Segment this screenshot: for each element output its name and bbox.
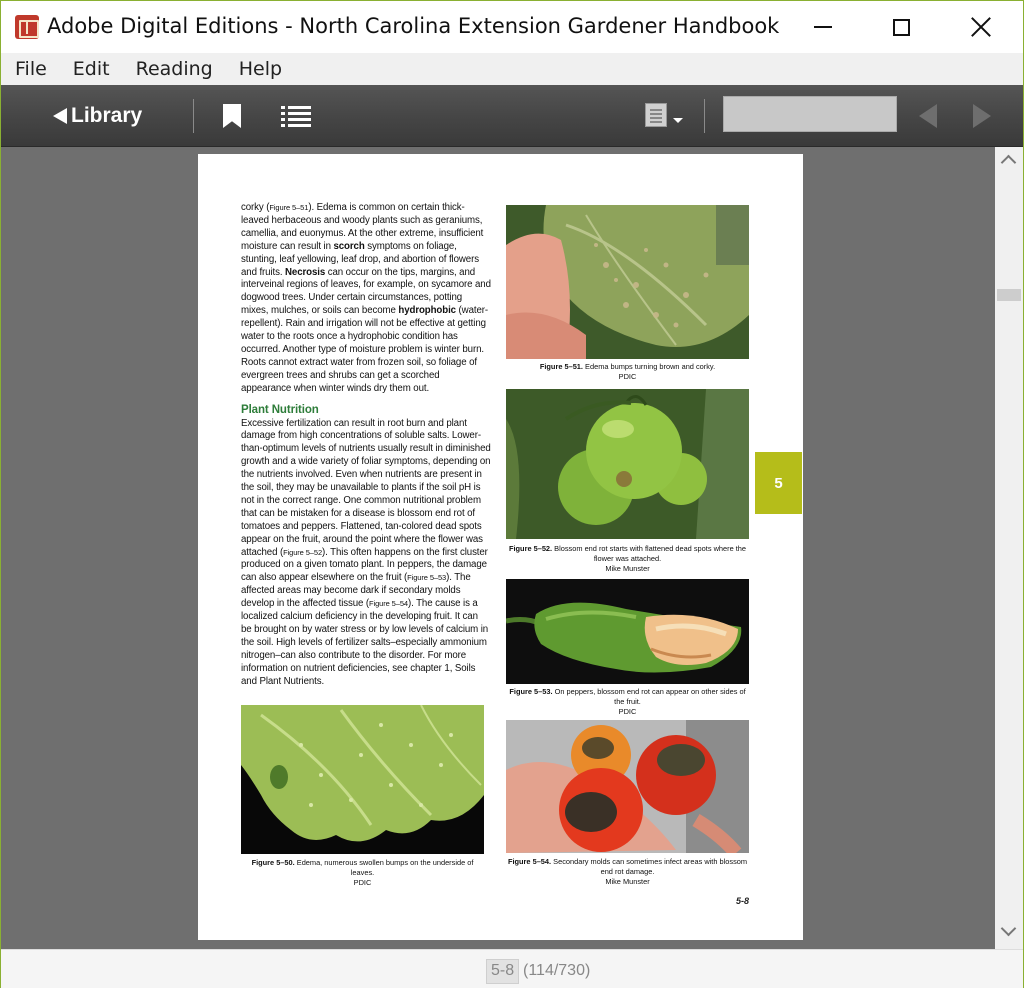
library-button[interactable]: Library [53, 102, 142, 130]
figure-5-54-caption: Figure 5–54. Secondary molds can sometim… [506, 857, 749, 887]
paragraph-moisture: corky (Figure 5–51). Edema is common on … [241, 202, 491, 394]
back-arrow-icon [53, 108, 67, 124]
figure-5-51-image [506, 205, 749, 359]
paragraph-nutrition: Excessive fertilization can result in ro… [241, 417, 491, 687]
close-button[interactable] [951, 1, 1011, 53]
figure-credit: PDIC [618, 372, 637, 381]
menu-edit[interactable]: Edit [73, 58, 110, 80]
close-icon [971, 17, 991, 37]
scroll-up-icon[interactable] [1000, 154, 1017, 171]
table-of-contents-icon[interactable] [281, 105, 311, 127]
page-count: (114/730) [523, 962, 591, 979]
figure-5-51-caption: Figure 5–51. Edema bumps turning brown a… [506, 362, 749, 382]
scroll-down-icon[interactable] [1000, 920, 1017, 937]
next-page-icon[interactable] [973, 104, 991, 128]
app-window: Adobe Digital Editions - North Carolina … [0, 0, 1024, 988]
figure-5-53-image [506, 579, 749, 684]
scroll-thumb[interactable] [997, 289, 1021, 301]
toolbar-divider [704, 99, 705, 133]
figure-5-50-caption: Figure 5–50. Edema, numerous swollen bum… [241, 858, 484, 888]
toolbar-divider [193, 99, 194, 133]
figure-text: Secondary molds can sometimes infect are… [553, 857, 748, 876]
page-number: 5-8 [736, 896, 750, 906]
library-label: Library [71, 104, 143, 127]
figure-text: Edema bumps turning brown and corky. [585, 362, 716, 371]
figure-label: Figure 5–51. [539, 362, 583, 371]
status-bar: 5-8 (114/730) [1, 949, 1023, 988]
figure-5-52-caption: Figure 5–52. Blossom end rot starts with… [506, 544, 749, 574]
page-number-field[interactable]: 5-8 [486, 959, 520, 984]
search-input[interactable] [723, 96, 897, 132]
figure-label: Figure 5–54. [507, 857, 552, 866]
page-view-icon[interactable] [645, 103, 667, 127]
menu-help[interactable]: Help [239, 58, 282, 80]
figure-5-53-caption: Figure 5–53. On peppers, blossom end rot… [506, 687, 749, 717]
window-title: Adobe Digital Editions - North Carolina … [47, 14, 780, 38]
figure-credit: PDIC [353, 878, 372, 887]
menu-reading[interactable]: Reading [136, 58, 213, 80]
menu-bar: File Edit Reading Help [1, 53, 1023, 85]
previous-page-icon[interactable] [919, 104, 937, 128]
reader-toolbar: Library [1, 85, 1023, 147]
maximize-icon [892, 18, 910, 36]
figure-credit: Mike Munster [605, 564, 650, 573]
figure-5-52-image [506, 389, 749, 539]
book-page: corky (Figure 5–51). Edema is common on … [198, 154, 803, 940]
maximize-button[interactable] [871, 1, 931, 53]
figure-label: Figure 5–53. [509, 687, 553, 696]
adobe-digital-editions-icon [15, 15, 39, 39]
figure-credit: Mike Munster [605, 877, 650, 886]
figure-5-50-image [241, 705, 484, 854]
figure-text: Edema, numerous swollen bumps on the und… [296, 858, 474, 877]
figure-label: Figure 5–50. [251, 858, 295, 867]
figure-credit: PDIC [618, 707, 637, 716]
figure-text: On peppers, blossom end rot can appear o… [554, 687, 746, 706]
chapter-tab[interactable]: 5 [755, 452, 802, 514]
figure-5-54-image [506, 720, 749, 853]
vertical-scrollbar[interactable] [995, 147, 1023, 949]
menu-file[interactable]: File [15, 58, 47, 80]
figure-label: Figure 5–52. [508, 544, 553, 553]
minimize-icon [814, 26, 832, 28]
bookmark-icon[interactable] [223, 104, 241, 128]
section-heading-plant-nutrition: Plant Nutrition [241, 403, 319, 416]
chevron-down-icon[interactable] [673, 118, 683, 123]
figure-text: Blossom end rot starts with flattened de… [554, 544, 747, 563]
minimize-button[interactable] [793, 1, 853, 53]
title-bar[interactable]: Adobe Digital Editions - North Carolina … [1, 1, 1023, 53]
page-text-left-column: corky (Figure 5–51). Edema is common on … [241, 202, 491, 689]
